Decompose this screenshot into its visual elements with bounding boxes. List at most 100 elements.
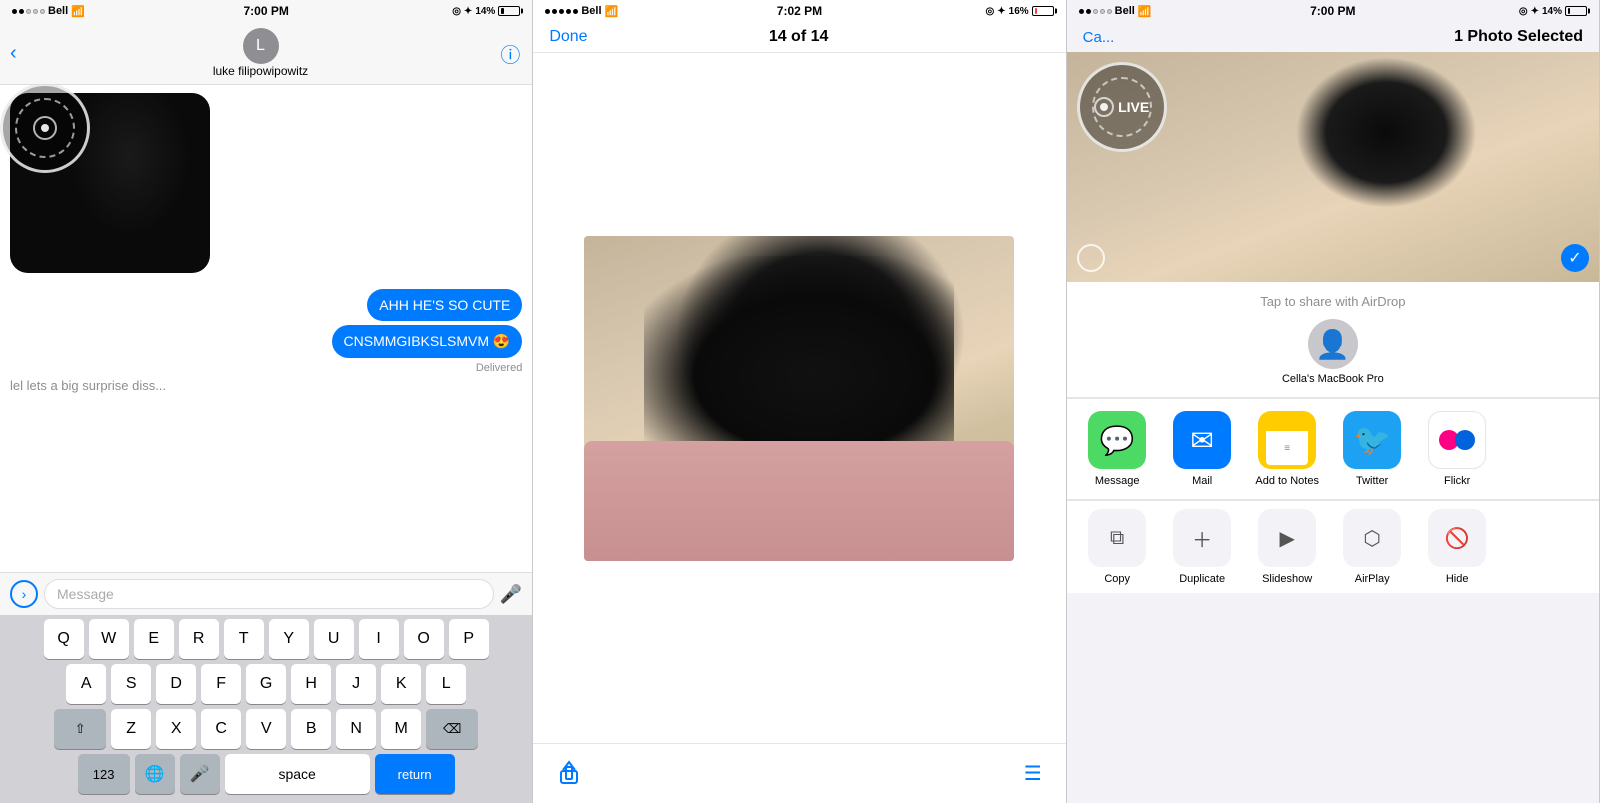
message-bubble-2: CNSMMGIBKSLSMVM 😍: [332, 325, 523, 358]
key-space[interactable]: space: [225, 754, 370, 794]
action-duplicate[interactable]: ＋ Duplicate: [1160, 509, 1245, 585]
share-photo-preview: LIVE ✓: [1067, 52, 1599, 282]
key-h[interactable]: H: [291, 664, 331, 704]
key-globe[interactable]: 🌐: [135, 754, 175, 794]
key-v[interactable]: V: [246, 709, 286, 749]
action-copy[interactable]: ⧉ Copy: [1075, 509, 1160, 585]
signal-dot: [573, 9, 578, 14]
key-l[interactable]: L: [426, 664, 466, 704]
notes-app-label: Add to Notes: [1255, 475, 1319, 487]
signal-dot: [40, 9, 45, 14]
battery-icon-3: [1565, 6, 1587, 16]
key-p[interactable]: P: [449, 619, 489, 659]
airdrop-device[interactable]: 👤 Cella's MacBook Pro: [1282, 319, 1384, 385]
live-dot-inner-share: [1100, 103, 1108, 111]
key-u[interactable]: U: [314, 619, 354, 659]
share-actions-row: ⧉ Copy ＋ Duplicate ▶ Slideshow ⬡ AirPlay…: [1067, 501, 1599, 593]
slideshow-icon: ▶: [1258, 509, 1316, 567]
share-app-twitter[interactable]: 🐦 Twitter: [1330, 411, 1415, 487]
battery-3: 14%: [1542, 6, 1562, 17]
key-123[interactable]: 123: [78, 754, 130, 794]
airdrop-hint: Tap to share with AirDrop: [1260, 294, 1405, 309]
duplicate-symbol: ＋: [1192, 524, 1212, 553]
key-j[interactable]: J: [336, 664, 376, 704]
key-k[interactable]: K: [381, 664, 421, 704]
share-button[interactable]: [557, 757, 581, 791]
key-r[interactable]: R: [179, 619, 219, 659]
live-badge-share: LIVE: [1077, 62, 1197, 182]
signal-dot: [545, 9, 550, 14]
share-cancel-button[interactable]: Ca...: [1083, 29, 1115, 46]
time-2: 7:02 PM: [777, 4, 822, 18]
cat-photo-large[interactable]: [584, 236, 1014, 561]
photo-message-bubble[interactable]: [10, 93, 210, 281]
contact-info[interactable]: L luke filipowipowitz: [213, 28, 308, 78]
battery-icon-2: [1032, 6, 1054, 16]
message-icon: 💬: [1100, 424, 1135, 457]
flickr-app-icon: [1428, 411, 1486, 469]
key-y[interactable]: Y: [269, 619, 309, 659]
key-d[interactable]: D: [156, 664, 196, 704]
time-1: 7:00 PM: [243, 4, 288, 18]
key-a[interactable]: A: [66, 664, 106, 704]
share-apps-row: 💬 Message ✉ Mail ≡ Add to Notes 🐦 Twitte…: [1067, 399, 1599, 500]
message-input-placeholder: Message: [57, 586, 114, 602]
key-delete[interactable]: ⌫: [426, 709, 478, 749]
key-s[interactable]: S: [111, 664, 151, 704]
action-airplay[interactable]: ⬡ AirPlay: [1330, 509, 1415, 585]
key-return[interactable]: return: [375, 754, 455, 794]
status-left-3: Bell 📶: [1079, 5, 1152, 18]
status-bar-2: Bell 📶 7:02 PM ◎ ✦ 16%: [533, 0, 1065, 22]
message-app-icon: 💬: [1088, 411, 1146, 469]
share-app-message[interactable]: 💬 Message: [1075, 411, 1160, 487]
signal-dot: [1093, 9, 1098, 14]
info-button[interactable]: ⓘ: [500, 39, 520, 68]
microphone-button[interactable]: 🎤: [500, 584, 522, 605]
key-w[interactable]: W: [89, 619, 129, 659]
key-n[interactable]: N: [336, 709, 376, 749]
key-q[interactable]: Q: [44, 619, 84, 659]
action-hide[interactable]: 🚫 Hide: [1415, 509, 1500, 585]
share-app-flickr[interactable]: Flickr: [1415, 411, 1500, 487]
key-t[interactable]: T: [224, 619, 264, 659]
message-text-2: CNSMMGIBKSLSMVM 😍: [344, 333, 511, 349]
share-app-mail[interactable]: ✉ Mail: [1160, 411, 1245, 487]
key-o[interactable]: O: [404, 619, 444, 659]
list-button[interactable]: ☰: [1024, 761, 1042, 786]
mail-app-icon: ✉: [1173, 411, 1231, 469]
key-mic[interactable]: 🎤: [180, 754, 220, 794]
copy-symbol: ⧉: [1110, 527, 1124, 550]
unselected-circle[interactable]: [1077, 244, 1105, 272]
message-input[interactable]: Message: [44, 579, 494, 609]
send-button[interactable]: ›: [10, 580, 38, 608]
signal-dot: [12, 9, 17, 14]
share-app-notes[interactable]: ≡ Add to Notes: [1245, 411, 1330, 487]
done-button[interactable]: Done: [549, 28, 587, 46]
message-input-bar[interactable]: › Message 🎤: [0, 572, 532, 615]
twitter-app-label: Twitter: [1356, 475, 1388, 487]
message-preview: lel lets a big surprise diss...: [10, 378, 522, 393]
key-shift[interactable]: ⇧: [54, 709, 106, 749]
key-z[interactable]: Z: [111, 709, 151, 749]
key-x[interactable]: X: [156, 709, 196, 749]
flickr-icon: [1439, 430, 1475, 450]
live-label: LIVE: [1094, 97, 1149, 117]
live-dot-share: [1094, 97, 1114, 117]
key-e[interactable]: E: [134, 619, 174, 659]
key-g[interactable]: G: [246, 664, 286, 704]
battery-1: 14%: [475, 6, 495, 17]
action-slideshow[interactable]: ▶ Slideshow: [1245, 509, 1330, 585]
time-3: 7:00 PM: [1310, 4, 1355, 18]
imessage-header: ‹ L luke filipowipowitz ⓘ: [0, 22, 532, 85]
signal-dot: [552, 9, 557, 14]
twitter-app-icon: 🐦: [1343, 411, 1401, 469]
key-b[interactable]: B: [291, 709, 331, 749]
key-f[interactable]: F: [201, 664, 241, 704]
key-i[interactable]: I: [359, 619, 399, 659]
back-button[interactable]: ‹: [6, 42, 21, 65]
key-m[interactable]: M: [381, 709, 421, 749]
outgoing-messages: AHH HE'S SO CUTE CNSMMGIBKSLSMVM 😍 Deliv…: [10, 289, 522, 378]
photo-selected-checkmark: ✓: [1561, 244, 1589, 272]
key-c[interactable]: C: [201, 709, 241, 749]
signal-dot: [566, 9, 571, 14]
